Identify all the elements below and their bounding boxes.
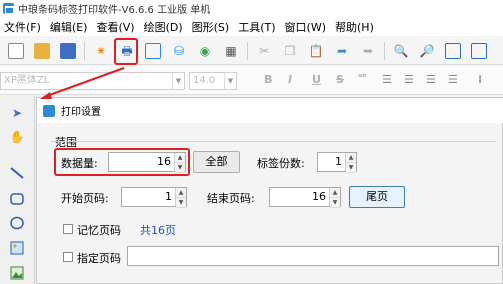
annotation-arrow [40, 67, 125, 99]
